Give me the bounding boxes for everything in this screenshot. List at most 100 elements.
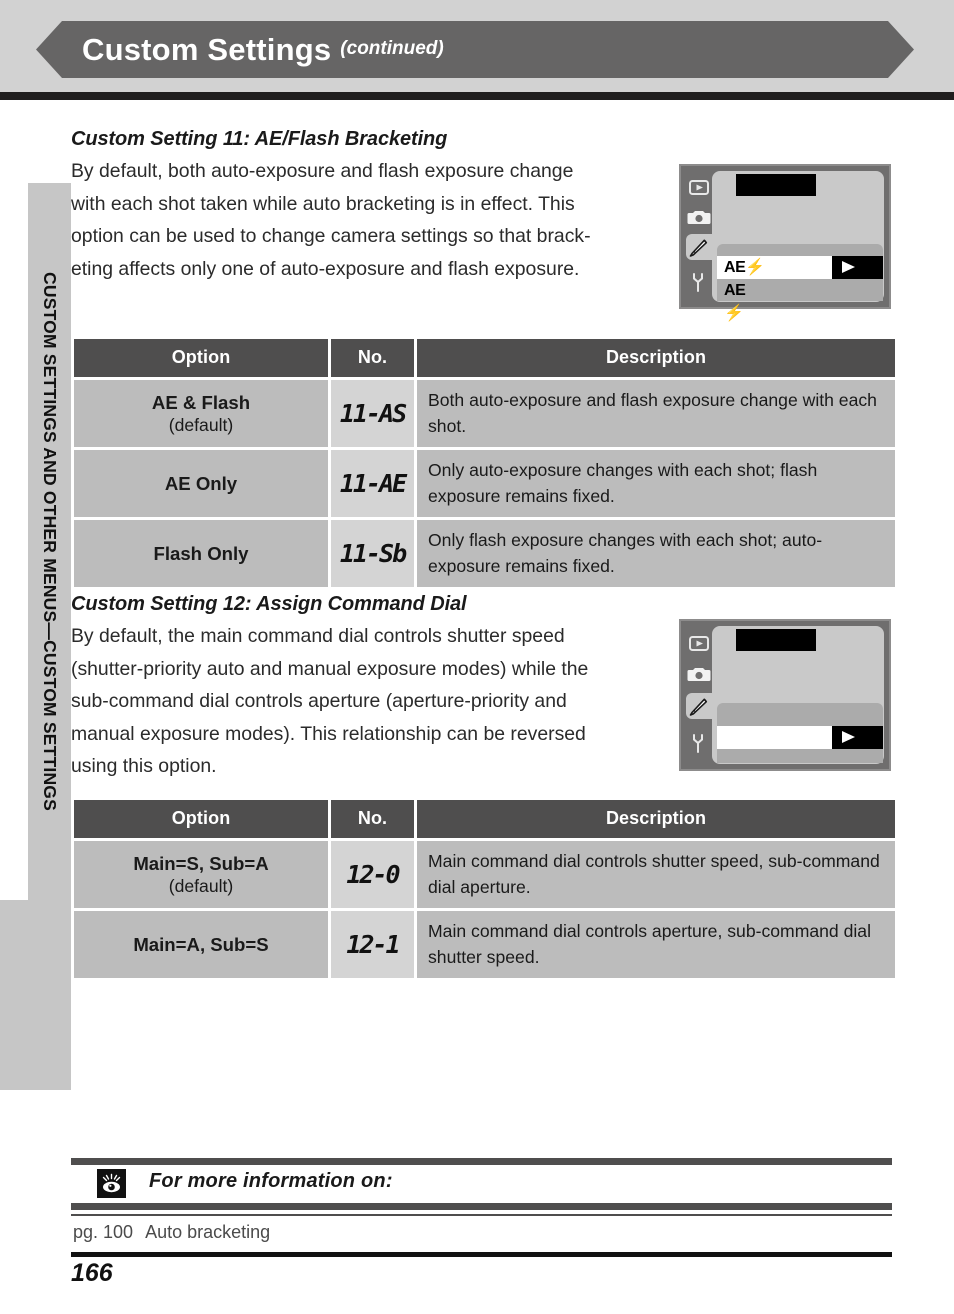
lcd-menu-row-label: AE⚡: [724, 259, 765, 276]
lcd-menu-row: [717, 749, 883, 772]
paragraph-line: sub-command dial controls aperture (aper…: [71, 690, 567, 712]
paragraph-line: By default, both auto-exposure and flash…: [71, 160, 574, 182]
cell-description: Both auto-exposure and flash exposure ch…: [417, 380, 895, 447]
footer-rule-top: [71, 1158, 892, 1165]
playback-icon: [686, 174, 712, 200]
cell-no: 11-AE: [331, 450, 414, 517]
lcd-code-value: 12-1: [346, 930, 400, 959]
section-heading-cs11: Custom Setting 11: AE/Flash Bracketing: [71, 128, 448, 150]
column-header-no: No.: [331, 800, 414, 838]
cell-no: 11-AS: [331, 380, 414, 447]
pencil-icon: [686, 693, 712, 719]
option-name: AE & Flash: [151, 391, 251, 413]
lcd-menu-row: AE⚡: [717, 256, 883, 279]
footer-reference-page: pg. 100: [73, 1222, 134, 1242]
lcd-selection-arrow-icon: [832, 256, 883, 279]
column-header-description: Description: [417, 800, 895, 838]
footer-rule-thin: [71, 1214, 892, 1216]
column-header-option: Option: [74, 800, 328, 838]
camera-icon: [686, 204, 712, 230]
lcd-icon-column: [684, 625, 714, 765]
wrench-icon: [686, 270, 712, 296]
lcd-icon-column: [684, 170, 714, 303]
section-paragraph-cs12: By default, the main command dial contro…: [71, 620, 666, 783]
paragraph-line: option can be used to change camera sett…: [71, 225, 591, 247]
options-table-cs11: Option No. Description AE & Flash (defau…: [71, 336, 898, 590]
cell-option: AE & Flash (default): [74, 380, 328, 447]
column-header-option: Option: [74, 339, 328, 377]
lcd-title-bar: [736, 174, 816, 196]
lcd-menu-list: AE⚡ AE ⚡: [717, 244, 883, 322]
option-name: Flash Only: [153, 542, 249, 564]
lcd-selection-arrow-icon: [832, 726, 883, 749]
lcd-code-value: 12-0: [346, 860, 400, 889]
lcd-code-value: 11-Sb: [339, 539, 407, 568]
table-header-row: Option No. Description: [74, 339, 895, 377]
column-header-description: Description: [417, 339, 895, 377]
cell-description: Main command dial controls aperture, sub…: [417, 911, 895, 978]
table-header-row: Option No. Description: [74, 800, 895, 838]
lcd-menu-row: AE: [717, 279, 883, 302]
cell-description: Main command dial controls shutter speed…: [417, 841, 895, 908]
option-name: AE Only: [164, 472, 238, 494]
paragraph-line: using this option.: [71, 755, 217, 777]
camera-lcd-illustration-cs11: AE⚡ AE ⚡: [679, 164, 891, 322]
lcd-menu-row: ⚡: [717, 302, 883, 325]
cell-description: Only flash exposure changes with each sh…: [417, 520, 895, 587]
cell-option: Flash Only: [74, 520, 328, 587]
cell-no: 12-1: [331, 911, 414, 978]
cell-description: Only auto-exposure changes with each sho…: [417, 450, 895, 517]
wrench-icon: [686, 731, 712, 757]
pencil-icon: [686, 234, 712, 260]
lcd-menu-row: [717, 726, 883, 749]
eye-icon: [97, 1169, 126, 1198]
table-row: AE Only 11-AE Only auto-exposure changes…: [74, 450, 895, 517]
lcd-menu-list: [717, 703, 883, 763]
footer-reference: pg. 100 Auto bracketing: [73, 1222, 270, 1243]
page-number: 166: [71, 1259, 113, 1287]
lcd-list-top-spacer: [717, 244, 883, 256]
playback-icon: [686, 630, 712, 656]
page-title-continued: (continued): [340, 38, 444, 59]
option-name: Main=A, Sub=S: [133, 933, 269, 955]
table-row: Main=S, Sub=A (default) 12-0 Main comman…: [74, 841, 895, 908]
header-title-group: Custom Settings (continued): [82, 24, 444, 76]
header-divider-rule: [0, 92, 954, 100]
lcd-menu-row-label: AE: [724, 282, 746, 299]
footer-rule-mid: [71, 1203, 892, 1210]
section-heading-cs12: Custom Setting 12: Assign Command Dial: [71, 593, 467, 615]
cell-option: AE Only: [74, 450, 328, 517]
lcd-code-value: 11-AS: [339, 399, 407, 428]
option-default-note: (default): [168, 414, 234, 435]
cell-no: 12-0: [331, 841, 414, 908]
camera-icon: [686, 661, 712, 687]
lcd-code-value: 11-AE: [339, 469, 407, 498]
paragraph-line: eting affects only one of auto-exposure …: [71, 257, 580, 280]
paragraph-line: manual exposure modes). This relationshi…: [71, 722, 586, 745]
section-paragraph-cs11: By default, both auto-exposure and flash…: [71, 155, 666, 285]
table-row: Flash Only 11-Sb Only flash exposure cha…: [74, 520, 895, 587]
options-table-cs12: Option No. Description Main=S, Sub=A (de…: [71, 797, 898, 981]
footer-reference-topic: Auto bracketing: [145, 1222, 271, 1242]
cell-option: Main=S, Sub=A (default): [74, 841, 328, 908]
footer-rule-bottom: [71, 1252, 892, 1257]
paragraph-line: By default, the main command dial contro…: [71, 625, 565, 647]
option-default-note: (default): [168, 875, 234, 896]
lcd-title-bar: [736, 629, 816, 651]
table-row: Main=A, Sub=S 12-1 Main command dial con…: [74, 911, 895, 978]
footer-heading: For more information on:: [149, 1170, 393, 1192]
paragraph-line: with each shot taken while auto bracketi…: [71, 192, 575, 215]
camera-lcd-illustration-cs12: [679, 619, 891, 771]
lcd-menu-row-label: ⚡: [724, 305, 744, 322]
paragraph-line: (shutter-priority auto and manual exposu…: [71, 657, 589, 680]
table-row: AE & Flash (default) 11-AS Both auto-exp…: [74, 380, 895, 447]
side-tab-block: [0, 900, 71, 1090]
side-tab-label: CUSTOM SETTINGS AND OTHER MENUS—CUSTOM S…: [40, 272, 60, 811]
page-title: Custom Settings: [82, 32, 332, 67]
option-name: Main=S, Sub=A: [133, 852, 269, 874]
lcd-menu-row: [717, 703, 883, 726]
column-header-no: No.: [331, 339, 414, 377]
cell-no: 11-Sb: [331, 520, 414, 587]
cell-option: Main=A, Sub=S: [74, 911, 328, 978]
side-tab-label-wrapper: CUSTOM SETTINGS AND OTHER MENUS—CUSTOM S…: [28, 183, 71, 900]
